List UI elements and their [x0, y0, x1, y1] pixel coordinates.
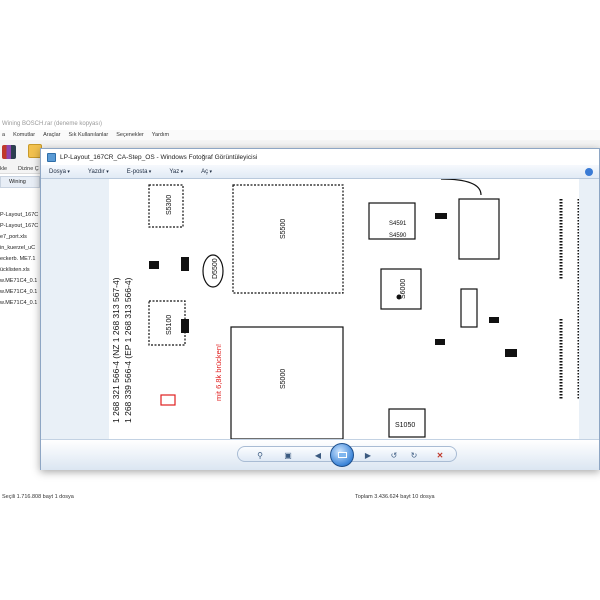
viewer-control-bar: ⚲ ▣ ◀ ▶ ↺ ↻ ✕ [41, 439, 599, 470]
smd-part [181, 257, 189, 271]
relay-block [458, 198, 500, 260]
viewer-title: LP-Layout_167CR_CA-Step_OS - Windows Fot… [60, 153, 258, 161]
menu-file[interactable]: Dosya [49, 169, 70, 175]
status-selected: Seçili 1.716.808 bayt 1 dosya [2, 494, 74, 500]
label-d5500: D5500 [212, 258, 219, 279]
previous-icon[interactable]: ◀ [312, 450, 324, 460]
smd-part [505, 349, 517, 357]
photo-viewer-icon [47, 152, 56, 162]
toolbar-extract-label[interactable]: Dizine Ç [18, 166, 39, 172]
part-number-2: 1 268 339 566-4 (EP 1 268 313 566-4) [123, 277, 133, 423]
chip-s5500 [232, 184, 344, 294]
archive-menubar: a Komutlar Araçlar Sık Kullanılanlar Seç… [0, 130, 600, 140]
label-s5500: S5500 [280, 219, 287, 239]
label-s5100: S5100 [166, 315, 173, 335]
file-row[interactable]: e7_port.xls [0, 232, 40, 243]
smd-part [489, 317, 499, 323]
pcb-edge-curve [440, 179, 482, 196]
label-s5300: S5300 [166, 195, 173, 215]
smd-part [435, 213, 447, 219]
archive-window-title: Wining BOSCH.rar (deneme kopyası) [2, 121, 103, 127]
viewer-titlebar: LP-Layout_167CR_CA-Step_OS - Windows Fot… [41, 149, 599, 165]
file-row[interactable]: P-Layout_167C [0, 221, 40, 232]
archive-file-list: P-Layout_167C P-Layout_167C e7_port.xls … [0, 210, 40, 309]
file-row[interactable]: eckerb. ME7.1 [0, 254, 40, 265]
viewer-menubar: Dosya Yazdır E-posta Yaz Aç [41, 165, 599, 179]
help-icon[interactable] [585, 168, 593, 176]
file-row[interactable]: w.ME71C4_0.1 [0, 298, 40, 309]
menu-print[interactable]: Yazdır [88, 169, 109, 175]
books-icon[interactable] [2, 145, 16, 159]
menu-email[interactable]: E-posta [127, 169, 152, 175]
label-s1050: S1050 [395, 422, 415, 429]
smd-part [149, 261, 159, 269]
smd-part [435, 339, 445, 345]
red-highlight-box [160, 394, 176, 406]
file-row[interactable]: w.ME71C4_0.1 [0, 276, 40, 287]
archive-menu-tools[interactable]: Araçlar [43, 130, 60, 140]
pcb-layout-image: S5500 S5000 S5300 S5100 D5500 S6000 S105… [109, 179, 579, 439]
delete-icon[interactable]: ✕ [434, 450, 446, 460]
archive-menu-help[interactable]: Yardım [152, 130, 169, 140]
photo-viewer-window: LP-Layout_167CR_CA-Step_OS - Windows Fot… [40, 148, 600, 470]
archive-menu-commands[interactable]: Komutlar [13, 130, 35, 140]
pad [396, 294, 402, 300]
file-row[interactable]: w.ME71C4_0.1 [0, 287, 40, 298]
status-total: Toplam 3.436.624 bayt 10 dosya [355, 494, 435, 500]
rotate-clockwise-icon[interactable]: ↻ [408, 450, 420, 460]
menu-open[interactable]: Aç [201, 169, 212, 175]
zoom-icon[interactable]: ⚲ [252, 450, 268, 460]
image-canvas[interactable]: S5500 S5000 S5300 S5100 D5500 S6000 S105… [41, 179, 599, 439]
rotate-counterclockwise-icon[interactable]: ↺ [388, 450, 400, 460]
smd-part [181, 319, 189, 333]
archive-statusbar: Seçili 1.716.808 bayt 1 dosya Toplam 3.4… [0, 492, 600, 502]
part-number-1: 1 268 321 566-4 (NZ 1 268 313 567-4) [111, 277, 121, 423]
playback-controls: ⚲ ▣ ◀ ▶ ↺ ↻ ✕ [237, 443, 457, 467]
annotation-text: mit 6,8k brücken! [214, 344, 223, 401]
archive-menu-options[interactable]: Seçenekler [116, 130, 144, 140]
file-row[interactable]: P-Layout_167C [0, 210, 40, 221]
menu-burn[interactable]: Yaz [169, 169, 183, 175]
label-s4590: S4590 [389, 233, 407, 239]
archive-menu-favorites[interactable]: Sık Kullanılanlar [69, 130, 109, 140]
relay-block-2 [460, 288, 478, 328]
slideshow-icon[interactable] [330, 443, 354, 467]
archive-path-tab[interactable]: Wining [0, 176, 40, 188]
label-s5000: S5000 [280, 369, 287, 389]
file-row[interactable]: in_kuerzel_uC [0, 243, 40, 254]
next-icon[interactable]: ▶ [362, 450, 374, 460]
label-s4591: S4591 [389, 221, 407, 227]
actual-size-icon[interactable]: ▣ [282, 450, 294, 460]
chip-s5000 [230, 326, 344, 439]
file-row[interactable]: ücklisten.xls [0, 265, 40, 276]
archive-menu-item[interactable]: a [2, 130, 5, 140]
toolbar-add-label[interactable]: kle [0, 166, 7, 172]
